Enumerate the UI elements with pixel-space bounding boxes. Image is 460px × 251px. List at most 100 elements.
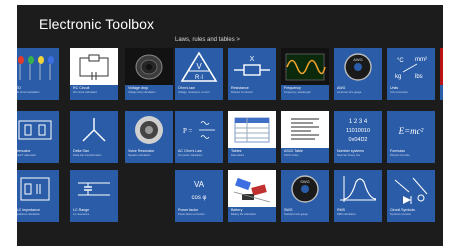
svg-text:E=mc²: E=mc² [398, 126, 424, 136]
tile-power-factor[interactable]: VA cos φ Power factor Power factor correcti… [175, 170, 223, 222]
lc-circuit-icon [70, 170, 118, 207]
swg-gauge-icon: SWG [281, 170, 329, 207]
tile-glossary[interactable]: GlossaryGlossary of terms [440, 48, 443, 100]
tile-formulas[interactable]: E=mc² Formulas Physics formulas [387, 111, 435, 163]
svg-text:SWG: SWG [300, 179, 310, 184]
tile-subtitle: Symbols overview [390, 213, 411, 216]
tile-lc-range[interactable]: LC Range LC resonance [70, 170, 118, 222]
svg-text:P =: P = [183, 127, 192, 135]
tile-label: Voice Resonator [128, 149, 155, 153]
svg-text:VA: VA [194, 180, 205, 189]
tile-label: Units [390, 86, 399, 90]
tile-voice-resonator[interactable]: Voice Resonator Speaker calculation [125, 111, 173, 163]
tile-label: AC Ohm's Law [178, 149, 202, 153]
svg-text:AWG: AWG [353, 57, 362, 62]
tile-label: LC Range [73, 208, 90, 212]
svg-text:kg: kg [395, 74, 401, 80]
tile-rlc-impedance[interactable]: RLC ImpedanceImpedance calculation [17, 170, 59, 222]
tile-label: Ohm's law [178, 86, 195, 90]
tile-label: RMS [337, 208, 345, 212]
delta-star-icon [70, 111, 118, 148]
ascii-list-icon [281, 111, 329, 148]
tile-label: Formulas [390, 149, 405, 153]
tile-units[interactable]: °C mm² kg lbs Units Unit conversion [387, 48, 435, 100]
tile-frequency[interactable]: Frequency Frequency, wavelength [281, 48, 329, 100]
tile-tables[interactable]: Tables Data tables [228, 111, 276, 163]
tile-subtitle: Voltage, resistance, current [178, 91, 210, 94]
tile-ac-ohms-law[interactable]: P = AC Ohm's Law AC power calculation [175, 111, 223, 163]
tile-number-systems[interactable]: 1 2 3 4 11010010 0x04D2 Number systems Decim… [334, 111, 382, 163]
emc2-icon: E=mc² [387, 111, 435, 148]
tile-battery[interactable]: Battery Battery life calculation [228, 170, 276, 222]
speaker-icon [125, 111, 173, 148]
tile-label: SWG [284, 208, 293, 212]
tile-label: Resistance [231, 86, 249, 90]
tile-subtitle: Power factor correction [178, 213, 205, 216]
tile-rc-circuit[interactable]: RC Circuit RC circuit calculation [70, 48, 118, 100]
tile-label: ASCII Table [284, 149, 303, 153]
sine-wave-icon [281, 48, 329, 85]
tile-subtitle: RC circuit calculation [73, 91, 98, 94]
app-title: Electronic Toolbox [39, 16, 155, 32]
section-heading-laws-rules-tables[interactable]: Laws, rules and tables > [175, 37, 240, 43]
svg-text:cos φ: cos φ [192, 195, 207, 201]
tile-attenuator[interactable]: AttenuatorPi and T attenuator [17, 111, 59, 163]
tile-ascii-table[interactable]: ASCII Table ASCII codes [281, 111, 329, 163]
tile-label: Circuit Symbols [390, 208, 415, 212]
tile-subtitle: LC resonance [73, 213, 90, 216]
tile-circuit-symbols[interactable]: Circuit Symbols Symbols overview [387, 170, 435, 222]
tile-label: AWG [337, 86, 346, 90]
tile-subtitle: Battery life calculation [231, 213, 257, 216]
resistor-icon: X [228, 48, 276, 85]
svg-text:0x04D2: 0x04D2 [349, 137, 368, 143]
app-screen: Electronic Toolbox Laws, rules and table… [17, 5, 443, 246]
tile-swg[interactable]: SWG SWG Standard wire gauge [281, 170, 329, 222]
svg-text:V: V [196, 62, 202, 71]
tile-subtitle: Physics formulas [390, 154, 410, 157]
awg-gauge-icon: AWG [334, 48, 382, 85]
tile-label: RLC Impedance [17, 208, 40, 212]
tile-label: Delta Star [73, 149, 89, 153]
ohms-law-icon: V R·I [175, 48, 223, 85]
tile-delta-star[interactable]: Delta Star Delta-star transformation [70, 111, 118, 163]
components-icon [228, 170, 276, 207]
tile-ohms-law[interactable]: V R·I Ohm's law Voltage, resistance, curren… [175, 48, 223, 100]
units-icon: °C mm² kg lbs [387, 48, 435, 85]
tile-label: Voltage drop [128, 86, 149, 90]
attenuator-icon [17, 111, 59, 148]
tile-subtitle: Data tables [231, 154, 245, 157]
tile-label: Power factor [178, 208, 199, 212]
cable-spool-icon [125, 48, 173, 85]
tile-subtitle: Decimal, binary, hex [337, 154, 361, 157]
tile-subtitle: Delta-star transformation [73, 154, 102, 157]
table-icon [228, 111, 276, 148]
rms-curve-icon [334, 170, 382, 207]
tile-voltage-drop[interactable]: Voltage drop Voltage drop calculation [125, 48, 173, 100]
tile-label: Number systems [337, 149, 364, 153]
leds-icon [17, 48, 59, 85]
tile-rms[interactable]: RMS RMS calculation [334, 170, 382, 222]
tile-label: RC Circuit [73, 86, 90, 90]
tile-awg[interactable]: AWG AWG American wire gauge [334, 48, 382, 100]
tile-subtitle: American wire gauge [337, 91, 362, 94]
tile-label: LED [17, 86, 21, 90]
tile-label: Battery [231, 208, 243, 212]
svg-text:°C: °C [397, 58, 404, 64]
tile-label: Attenuator [17, 149, 31, 153]
tile-subtitle: LED circuit calculation [17, 91, 40, 94]
svg-text:lbs: lbs [415, 74, 423, 80]
svg-text:R·I: R·I [195, 75, 203, 81]
tile-resistance[interactable]: X Resistance Resistor & inductor [228, 48, 276, 100]
tile-subtitle: AC power calculation [178, 154, 203, 157]
tile-subtitle: Resistor & inductor [231, 91, 253, 94]
svg-text:X: X [250, 56, 255, 63]
svg-text:11010010: 11010010 [346, 128, 370, 134]
tile-label: Frequency [284, 86, 301, 90]
tile-subtitle: ASCII codes [284, 154, 299, 157]
tile-subtitle: Standard wire gauge [284, 213, 308, 216]
tile-subtitle: Frequency, wavelength [284, 91, 311, 94]
book-icon [440, 48, 443, 85]
binary-icon: 1 2 3 4 11010010 0x04D2 [334, 111, 382, 148]
tile-subtitle: Unit conversion [390, 91, 408, 94]
tile-led[interactable]: LEDLED circuit calculation [17, 48, 59, 100]
